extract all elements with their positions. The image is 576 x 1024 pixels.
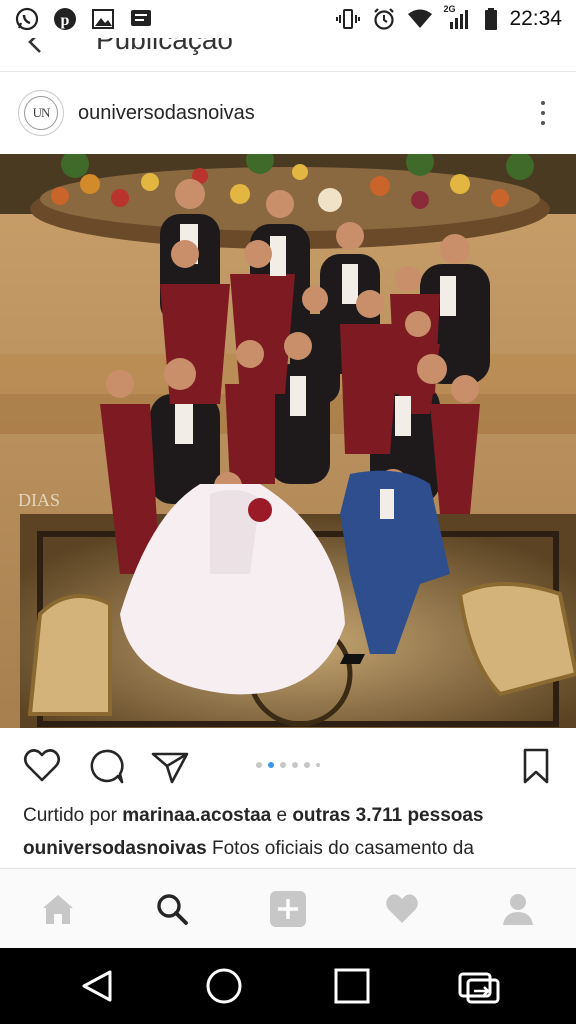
status-bar: p 2G 22:34 — [0, 0, 576, 38]
home-icon[interactable] — [38, 889, 78, 929]
page-title: Publicação — [96, 38, 233, 55]
likes-others[interactable]: outras 3.711 pessoas — [292, 805, 483, 826]
carousel-dot — [304, 762, 310, 768]
photo-watermark: DIAS — [18, 490, 60, 510]
svg-text:p: p — [61, 12, 70, 29]
comment-icon[interactable] — [86, 746, 126, 786]
post-header: UN ouniversodasnoivas — [0, 72, 576, 154]
more-options-icon[interactable] — [528, 93, 558, 133]
activity-heart-icon[interactable] — [382, 889, 422, 929]
image-icon — [90, 6, 116, 32]
wedding-group-photo: DIAS — [0, 154, 576, 728]
caption-text: Fotos oficiais do casamento da — [206, 838, 474, 859]
share-icon[interactable] — [150, 746, 190, 786]
carousel-dot — [316, 763, 320, 767]
switch-apps-icon[interactable] — [458, 966, 500, 1006]
avatar[interactable]: UN — [18, 90, 64, 136]
alarm-icon — [371, 6, 397, 32]
back-icon[interactable] — [78, 966, 118, 1006]
caption: ouniversodasnoivas Fotos oficiais do cas… — [23, 838, 563, 860]
app-header: Publicação — [0, 38, 576, 72]
carousel-indicator — [256, 762, 320, 768]
carousel-dot — [292, 762, 298, 768]
status-time: 22:34 — [509, 7, 562, 30]
recents-icon[interactable] — [332, 966, 372, 1006]
caption-username[interactable]: ouniversodasnoivas — [23, 838, 207, 859]
post-photo[interactable]: DIAS — [0, 154, 576, 728]
likes-line[interactable]: Curtido por marinaa.acostaa e outras 3.7… — [23, 805, 484, 827]
carousel-dot-active — [268, 762, 274, 768]
likes-middle: e — [271, 805, 293, 826]
home-button-icon[interactable] — [204, 966, 244, 1006]
heart-icon[interactable] — [22, 746, 62, 786]
liked-by-user[interactable]: marinaa.acostaa — [122, 805, 271, 826]
back-arrow-icon[interactable] — [22, 38, 50, 56]
avatar-logo: UN — [24, 96, 58, 130]
profile-icon[interactable] — [498, 889, 538, 929]
bottom-nav — [0, 868, 576, 948]
carousel-dot — [256, 762, 262, 768]
wifi-icon — [407, 6, 433, 32]
bookmark-icon[interactable] — [516, 746, 556, 786]
pinterest-icon: p — [52, 6, 78, 32]
carousel-dot — [280, 762, 286, 768]
action-bar — [0, 740, 576, 792]
system-nav-bar — [0, 948, 576, 1024]
battery-icon — [483, 6, 499, 32]
signal-icon: 2G — [443, 4, 473, 32]
vibrate-icon — [335, 6, 361, 32]
network-label: 2G — [443, 4, 456, 14]
add-icon[interactable] — [268, 889, 308, 929]
message-icon — [128, 6, 154, 32]
search-icon[interactable] — [152, 889, 192, 929]
whatsapp-icon — [14, 6, 40, 32]
likes-prefix: Curtido por — [23, 805, 123, 826]
post-username[interactable]: ouniversodasnoivas — [78, 102, 255, 125]
